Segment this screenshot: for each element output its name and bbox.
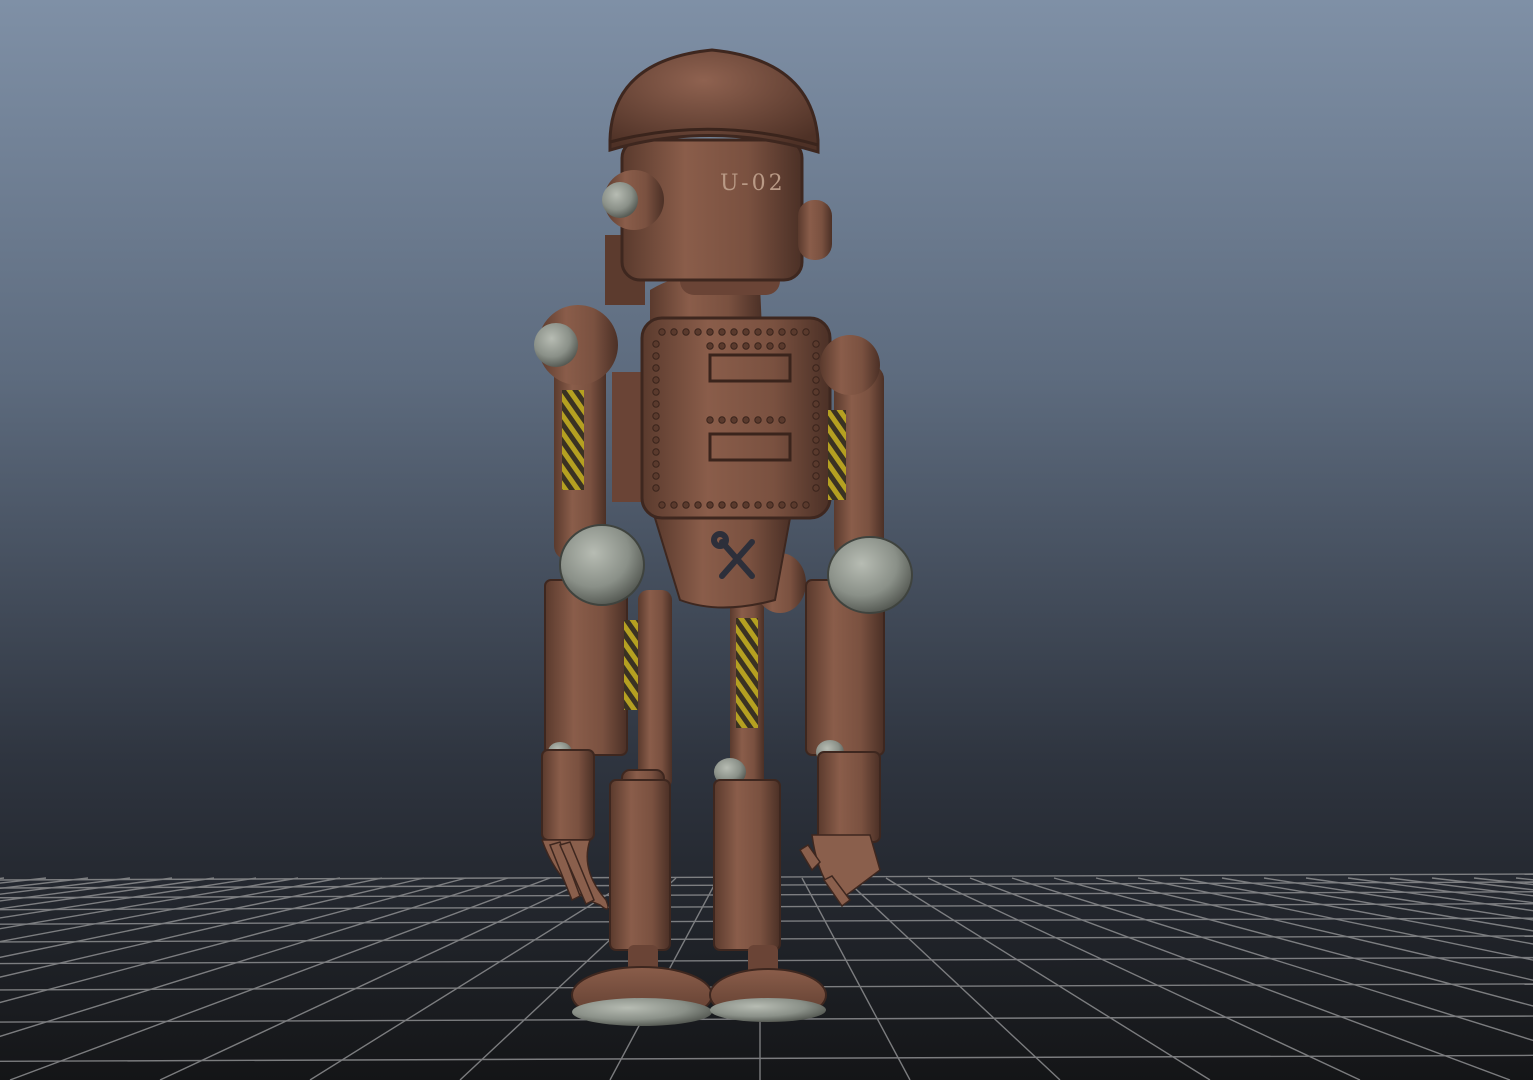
rivet bbox=[652, 484, 660, 492]
rivet bbox=[812, 448, 820, 456]
rivet bbox=[652, 412, 660, 420]
rivet bbox=[652, 352, 660, 360]
rivet bbox=[812, 424, 820, 432]
rivet bbox=[652, 436, 660, 444]
rivet bbox=[742, 342, 750, 350]
rivet bbox=[652, 448, 660, 456]
rivet bbox=[706, 501, 714, 509]
rivet bbox=[742, 416, 750, 424]
rivet bbox=[778, 416, 786, 424]
rivet bbox=[812, 364, 820, 372]
model-designation: U-02 bbox=[720, 171, 786, 196]
rivet bbox=[778, 328, 786, 336]
rivet bbox=[778, 501, 786, 509]
rivet bbox=[706, 416, 714, 424]
rivet bbox=[766, 342, 774, 350]
rivet bbox=[754, 328, 762, 336]
rivet bbox=[812, 472, 820, 480]
rivet bbox=[812, 436, 820, 444]
rivet bbox=[694, 328, 702, 336]
rivet bbox=[766, 328, 774, 336]
rivet bbox=[670, 328, 678, 336]
rivet bbox=[790, 328, 798, 336]
rivet bbox=[682, 328, 690, 336]
rivet bbox=[730, 501, 738, 509]
head: U-02 bbox=[602, 48, 832, 305]
rivet bbox=[682, 501, 690, 509]
rivet bbox=[766, 501, 774, 509]
rivet bbox=[652, 364, 660, 372]
rivet bbox=[658, 328, 666, 336]
rivet bbox=[812, 376, 820, 384]
rivet bbox=[812, 388, 820, 396]
rivet bbox=[812, 400, 820, 408]
rivet bbox=[706, 328, 714, 336]
rivet bbox=[730, 328, 738, 336]
rivet bbox=[652, 424, 660, 432]
rivet bbox=[778, 342, 786, 350]
rivet bbox=[718, 501, 726, 509]
rivet bbox=[658, 501, 666, 509]
rivet bbox=[802, 328, 810, 336]
maya-viewport[interactable]: U-02 bbox=[0, 0, 1533, 1080]
rivet bbox=[790, 501, 798, 509]
rivet bbox=[652, 388, 660, 396]
rivet bbox=[730, 416, 738, 424]
rivet bbox=[754, 416, 762, 424]
rivet bbox=[694, 501, 702, 509]
rivet bbox=[754, 342, 762, 350]
rivet bbox=[718, 328, 726, 336]
rivet bbox=[742, 501, 750, 509]
rivet bbox=[652, 460, 660, 468]
rivet bbox=[766, 416, 774, 424]
rivet bbox=[670, 501, 678, 509]
rivet bbox=[742, 328, 750, 336]
rivet bbox=[652, 376, 660, 384]
viewport-canvas[interactable]: U-02 bbox=[0, 0, 1533, 1080]
rivet bbox=[802, 501, 810, 509]
rivet bbox=[812, 460, 820, 468]
rivet bbox=[812, 412, 820, 420]
rivet bbox=[730, 342, 738, 350]
rivet bbox=[718, 342, 726, 350]
rivet bbox=[652, 340, 660, 348]
rivet bbox=[812, 352, 820, 360]
rivet bbox=[706, 342, 714, 350]
rivet bbox=[812, 484, 820, 492]
rivet bbox=[652, 472, 660, 480]
rivet bbox=[652, 400, 660, 408]
rivet bbox=[754, 501, 762, 509]
rivet bbox=[812, 340, 820, 348]
rivet bbox=[718, 416, 726, 424]
